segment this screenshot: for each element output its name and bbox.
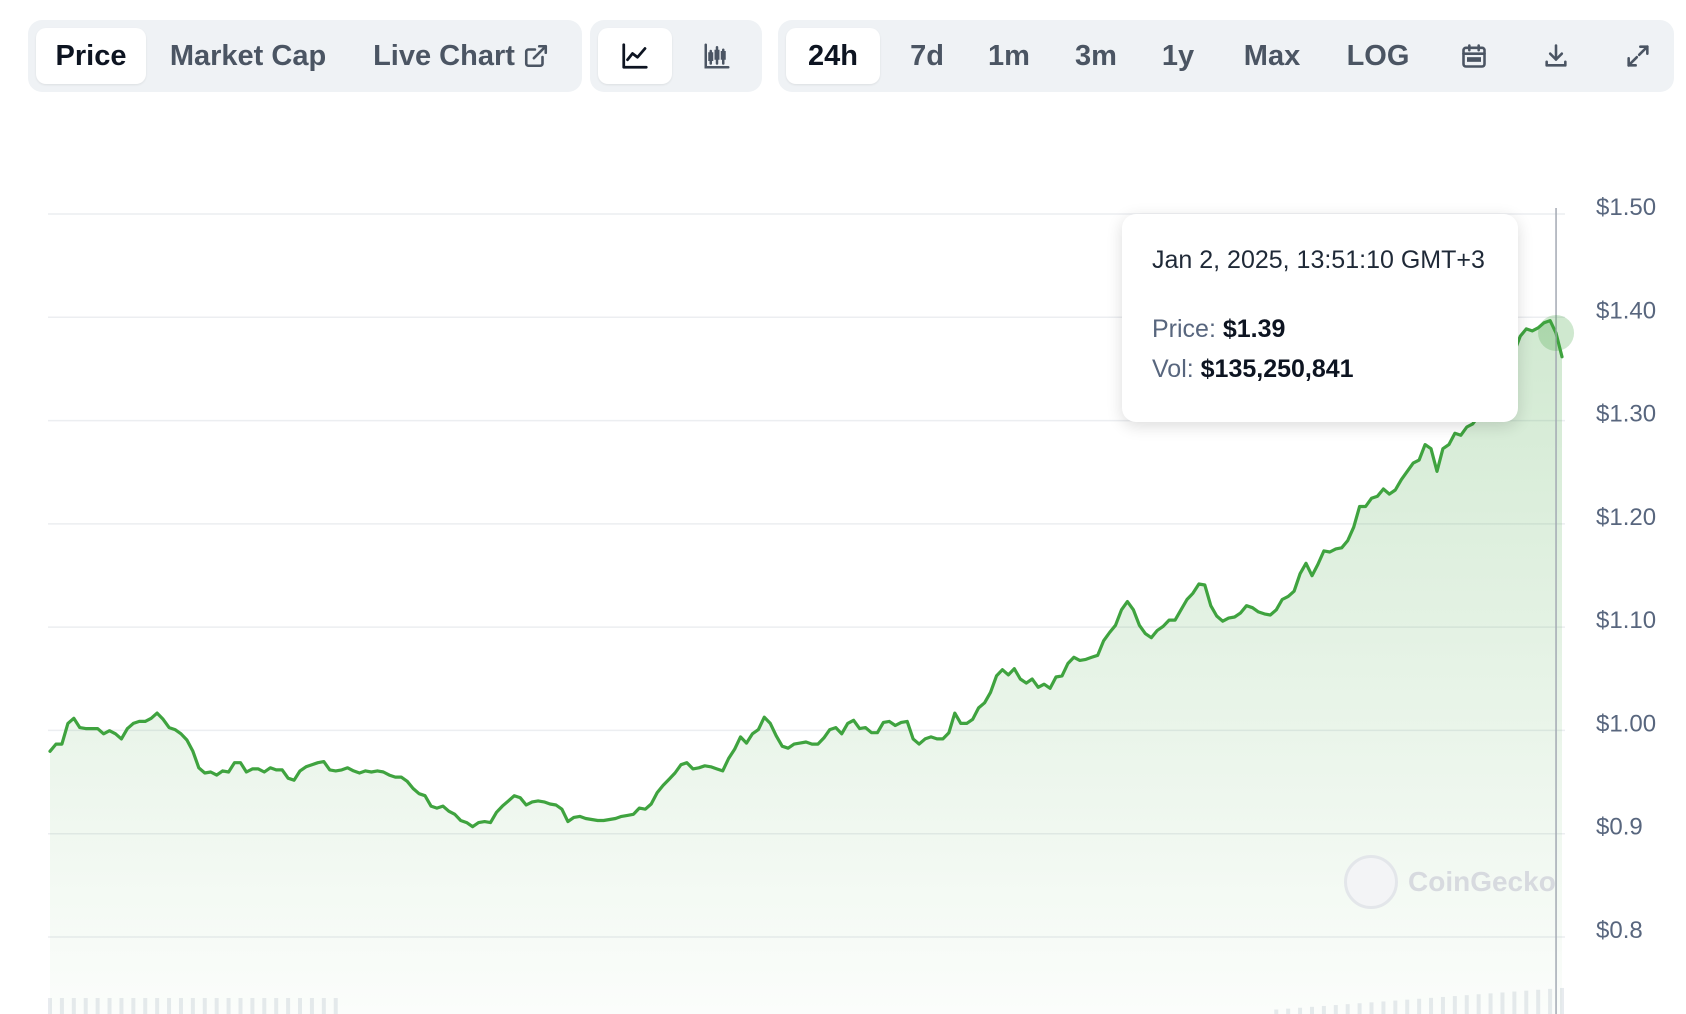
range-7d[interactable]: 7d bbox=[888, 28, 966, 84]
y-tick-label: $1.40 bbox=[1596, 297, 1656, 324]
y-tick-label: $0.8 bbox=[1596, 917, 1643, 944]
range-7d-label: 7d bbox=[910, 39, 944, 72]
tab-price[interactable]: Price bbox=[36, 28, 146, 84]
y-tick-label: $1.00 bbox=[1596, 710, 1656, 737]
range-1y[interactable]: 1y bbox=[1142, 28, 1214, 84]
tooltip-vol-label: Vol: bbox=[1152, 355, 1194, 383]
y-tick-label: $1.30 bbox=[1596, 401, 1656, 428]
y-tick-label: $1.50 bbox=[1596, 194, 1656, 221]
fullscreen-button[interactable] bbox=[1606, 28, 1670, 84]
range-3m-label: 3m bbox=[1075, 39, 1117, 72]
range-24h[interactable]: 24h bbox=[786, 28, 880, 84]
range-selector: 24h 7d 1m 3m 1y Max LOG bbox=[778, 20, 1674, 92]
calendar-icon bbox=[1460, 42, 1488, 70]
range-max-label: Max bbox=[1243, 39, 1301, 72]
external-link-icon bbox=[523, 43, 549, 69]
line-chart-button[interactable] bbox=[598, 28, 672, 84]
price-tooltip: Jan 2, 2025, 13:51:10 GMT+3 Price: $1.39… bbox=[1122, 214, 1518, 422]
tooltip-vol-row: Vol: $135,250,841 bbox=[1152, 349, 1488, 389]
tab-market-cap-label: Market Cap bbox=[169, 39, 327, 72]
tooltip-date: Jan 2, 2025, 13:51:10 GMT+3 bbox=[1152, 246, 1485, 274]
log-toggle-label: LOG bbox=[1346, 39, 1410, 72]
log-toggle[interactable]: LOG bbox=[1330, 28, 1426, 84]
chart-type-toggle bbox=[590, 20, 762, 92]
tooltip-price-label: Price: bbox=[1152, 315, 1216, 343]
range-1y-label: 1y bbox=[1161, 39, 1195, 72]
range-max[interactable]: Max bbox=[1226, 28, 1318, 84]
coingecko-watermark: CoinGecko bbox=[1344, 855, 1556, 909]
y-tick-label: $1.20 bbox=[1596, 504, 1656, 531]
view-tabs: Price Market Cap Live Chart bbox=[28, 20, 582, 92]
candlestick-icon bbox=[702, 41, 732, 71]
chart-toolbar: Price Market Cap Live Chart 24h 7d 1m 3m… bbox=[0, 0, 1686, 100]
range-24h-label: 24h bbox=[808, 39, 858, 72]
candlestick-button[interactable] bbox=[680, 28, 754, 84]
line-chart-icon bbox=[620, 41, 650, 71]
price-area bbox=[50, 320, 1562, 1014]
download-icon bbox=[1542, 42, 1570, 70]
y-axis-labels: $1.50 $1.40 $1.30 $1.20 $1.10 $1.00 $0.9 $0.8 bbox=[1596, 194, 1656, 944]
coingecko-logo-icon bbox=[1344, 855, 1398, 909]
tab-live-chart[interactable]: Live Chart bbox=[350, 28, 572, 84]
tooltip-price-value: $1.39 bbox=[1222, 315, 1286, 343]
hover-point bbox=[1538, 315, 1575, 352]
fullscreen-icon bbox=[1624, 42, 1652, 70]
range-3m[interactable]: 3m bbox=[1056, 28, 1136, 84]
tooltip-price-row: Price: $1.39 bbox=[1152, 309, 1488, 349]
y-tick-label: $1.10 bbox=[1596, 607, 1656, 634]
download-button[interactable] bbox=[1524, 28, 1588, 84]
watermark-text: CoinGecko bbox=[1408, 866, 1556, 897]
tab-market-cap[interactable]: Market Cap bbox=[158, 28, 338, 84]
calendar-button[interactable] bbox=[1442, 28, 1506, 84]
tab-price-label: Price bbox=[55, 39, 127, 72]
y-tick-label: $0.9 bbox=[1596, 814, 1643, 841]
tooltip-vol-value: $135,250,841 bbox=[1200, 355, 1354, 383]
range-1m[interactable]: 1m bbox=[970, 28, 1048, 84]
range-1m-label: 1m bbox=[988, 39, 1030, 72]
tab-live-chart-label: Live Chart bbox=[373, 39, 515, 72]
